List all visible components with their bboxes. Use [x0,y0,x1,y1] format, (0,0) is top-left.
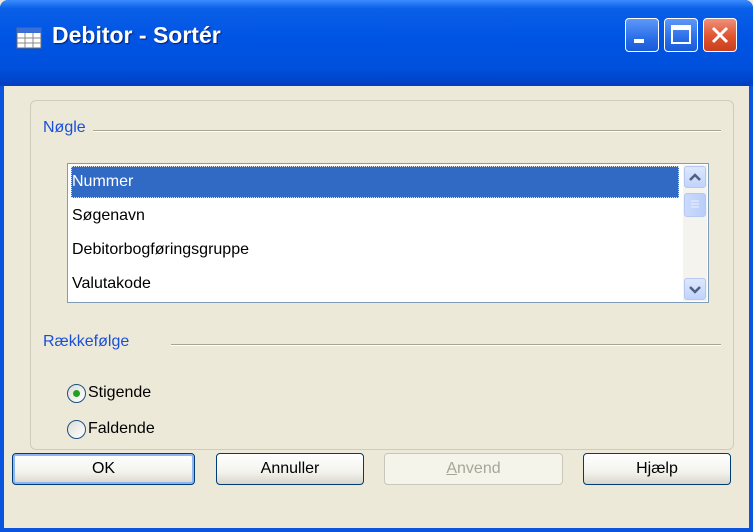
sort-options-panel: Nøgle Nummer Søgenavn Debitorbogføringsg… [30,100,734,450]
scroll-thumb[interactable] [684,193,706,217]
key-section-divider [93,130,721,132]
apply-button-mnemonic: A [446,460,458,477]
radio-button-checked[interactable] [67,384,86,403]
scroll-up-button[interactable] [684,166,706,188]
dialog-body: Nøgle Nummer Søgenavn Debitorbogføringsg… [4,86,749,528]
scroll-down-button[interactable] [684,278,706,300]
sort-key-item-debitorbogfoeringsgruppe[interactable]: Debitorbogføringsgruppe [71,234,679,266]
radio-faldende-label: Faldende [88,420,155,437]
chevron-up-icon [689,173,701,181]
sort-key-item-soegenavn[interactable]: Søgenavn [71,200,679,232]
title-bar[interactable]: Debitor - Sortér [0,0,753,86]
close-button[interactable] [703,18,737,52]
key-section-label: Nøgle [43,119,86,136]
maximize-icon [671,25,691,44]
listbox-scrollbar[interactable] [683,165,707,301]
grip-lines-icon [691,200,699,208]
sort-key-item-nummer[interactable]: Nummer [71,166,679,198]
cancel-button[interactable]: Annuller [216,453,364,485]
apply-button-label: nvend [457,460,501,477]
apply-button[interactable]: Anvend [384,453,563,485]
close-icon [711,26,729,44]
help-button[interactable]: Hjælp [583,453,731,485]
table-grid-icon [16,27,42,49]
minimize-button[interactable] [625,18,659,52]
sort-key-listbox[interactable]: Nummer Søgenavn Debitorbogføringsgruppe … [67,163,709,303]
window-title: Debitor - Sortér [52,22,221,48]
radio-button-unchecked[interactable] [67,420,86,439]
order-section-divider [171,344,721,346]
sort-key-item-valutakode[interactable]: Valutakode [71,268,679,300]
minimize-icon [634,39,644,43]
dialog-window: Debitor - Sortér Nøgle Nummer Søgenavn D… [0,0,753,532]
maximize-button[interactable] [664,18,698,52]
order-section-label: Rækkefølge [43,333,130,350]
chevron-down-icon [689,286,701,294]
ok-button[interactable]: OK [12,453,195,485]
radio-dot [73,390,80,397]
radio-stigende-label: Stigende [88,384,152,401]
